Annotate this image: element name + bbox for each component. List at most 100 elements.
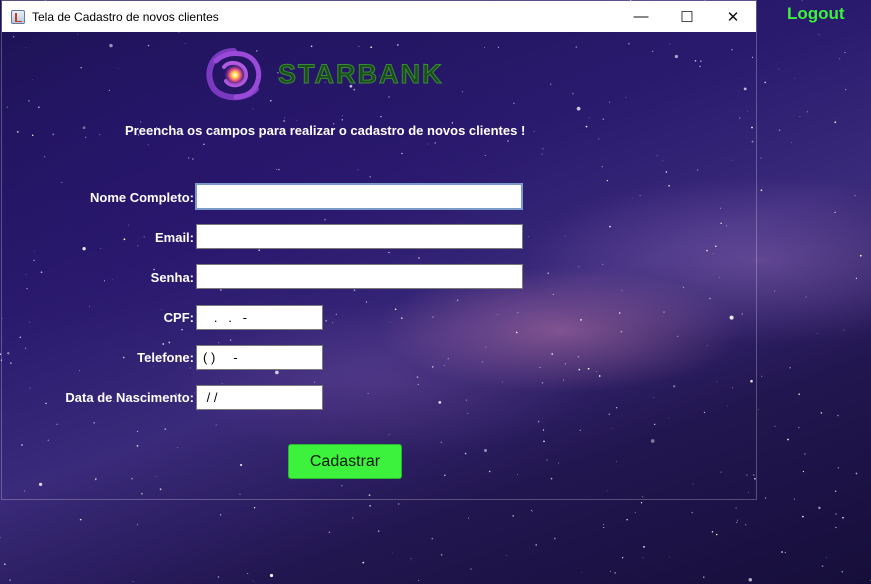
galaxy-icon xyxy=(206,48,261,101)
star xyxy=(369,505,371,507)
star xyxy=(328,531,331,533)
title-bar[interactable]: Tela de Cadastro de novos clientes — ☐ ✕ xyxy=(2,1,756,32)
minimize-button[interactable]: — xyxy=(618,1,664,32)
email-label: Email: xyxy=(154,230,194,245)
nome-label: Nome Completo: xyxy=(90,190,194,205)
star xyxy=(787,438,789,441)
nome-completo-input[interactable] xyxy=(195,183,523,210)
star xyxy=(834,211,836,213)
star xyxy=(818,506,821,510)
star xyxy=(839,58,841,60)
star xyxy=(219,514,222,516)
starbank-logo: STARBANK xyxy=(200,45,492,105)
telefone-label: Telefone: xyxy=(137,350,194,365)
data-nascimento-input[interactable] xyxy=(196,385,323,410)
star xyxy=(79,518,82,521)
star xyxy=(799,116,801,117)
star xyxy=(440,553,443,556)
star xyxy=(252,580,254,582)
star xyxy=(553,537,556,540)
cpf-input[interactable] xyxy=(196,305,323,330)
star xyxy=(764,81,767,84)
star xyxy=(643,546,645,548)
star xyxy=(793,498,795,500)
cpf-label: CPF: xyxy=(163,310,194,325)
star xyxy=(398,503,400,505)
star xyxy=(703,576,705,578)
star xyxy=(842,516,844,519)
senha-label: Senha: xyxy=(150,270,194,285)
cadastrar-button[interactable]: Cadastrar xyxy=(288,444,402,479)
email-input[interactable] xyxy=(196,224,523,249)
senha-input[interactable] xyxy=(196,264,523,289)
star xyxy=(802,470,805,473)
instruction-text: Preencha os campos para realizar o cadas… xyxy=(125,123,526,138)
star xyxy=(410,558,412,560)
logout-button[interactable]: Logout xyxy=(787,4,845,24)
star xyxy=(835,526,837,529)
star xyxy=(843,329,845,331)
close-button[interactable]: ✕ xyxy=(710,1,756,32)
star xyxy=(835,513,837,515)
star xyxy=(778,68,780,70)
star xyxy=(736,521,738,523)
star xyxy=(610,570,612,572)
java-app-icon xyxy=(11,9,25,24)
star xyxy=(781,551,783,553)
star xyxy=(789,367,791,369)
star xyxy=(802,515,804,518)
star xyxy=(532,510,533,512)
star xyxy=(715,533,718,536)
star xyxy=(614,572,616,574)
star xyxy=(825,557,827,558)
star xyxy=(758,409,759,411)
star xyxy=(468,517,470,519)
star xyxy=(621,557,624,559)
star xyxy=(506,555,507,556)
star xyxy=(855,277,858,280)
star xyxy=(470,568,472,570)
star xyxy=(668,556,670,558)
star xyxy=(642,557,644,559)
star xyxy=(269,573,274,578)
star xyxy=(640,502,643,504)
star xyxy=(804,453,806,455)
star xyxy=(691,511,693,514)
star xyxy=(132,580,134,582)
star xyxy=(774,425,776,428)
star xyxy=(841,571,843,573)
window-title: Tela de Cadastro de novos clientes xyxy=(32,9,219,24)
star xyxy=(791,142,793,144)
star xyxy=(745,524,747,526)
star xyxy=(626,518,628,521)
star xyxy=(844,51,846,53)
star xyxy=(774,290,776,292)
brand-name: STARBANK xyxy=(278,59,444,90)
star xyxy=(9,579,11,581)
star xyxy=(217,576,219,578)
star xyxy=(837,467,839,469)
star xyxy=(247,573,249,575)
star xyxy=(784,551,786,554)
star xyxy=(253,507,256,509)
star xyxy=(760,157,762,159)
star xyxy=(844,88,847,91)
star xyxy=(801,0,803,2)
telefone-input[interactable] xyxy=(196,345,323,370)
maximize-button[interactable]: ☐ xyxy=(664,1,710,32)
star xyxy=(816,333,818,334)
star xyxy=(4,563,6,565)
star xyxy=(748,578,753,582)
star xyxy=(711,531,714,533)
star xyxy=(512,515,514,517)
star xyxy=(736,519,738,521)
star xyxy=(362,561,365,564)
star xyxy=(794,77,796,79)
star xyxy=(778,129,781,131)
star xyxy=(760,189,763,192)
star xyxy=(821,565,824,567)
star xyxy=(352,517,354,519)
star xyxy=(392,552,393,554)
star xyxy=(603,527,605,528)
star xyxy=(805,296,807,298)
